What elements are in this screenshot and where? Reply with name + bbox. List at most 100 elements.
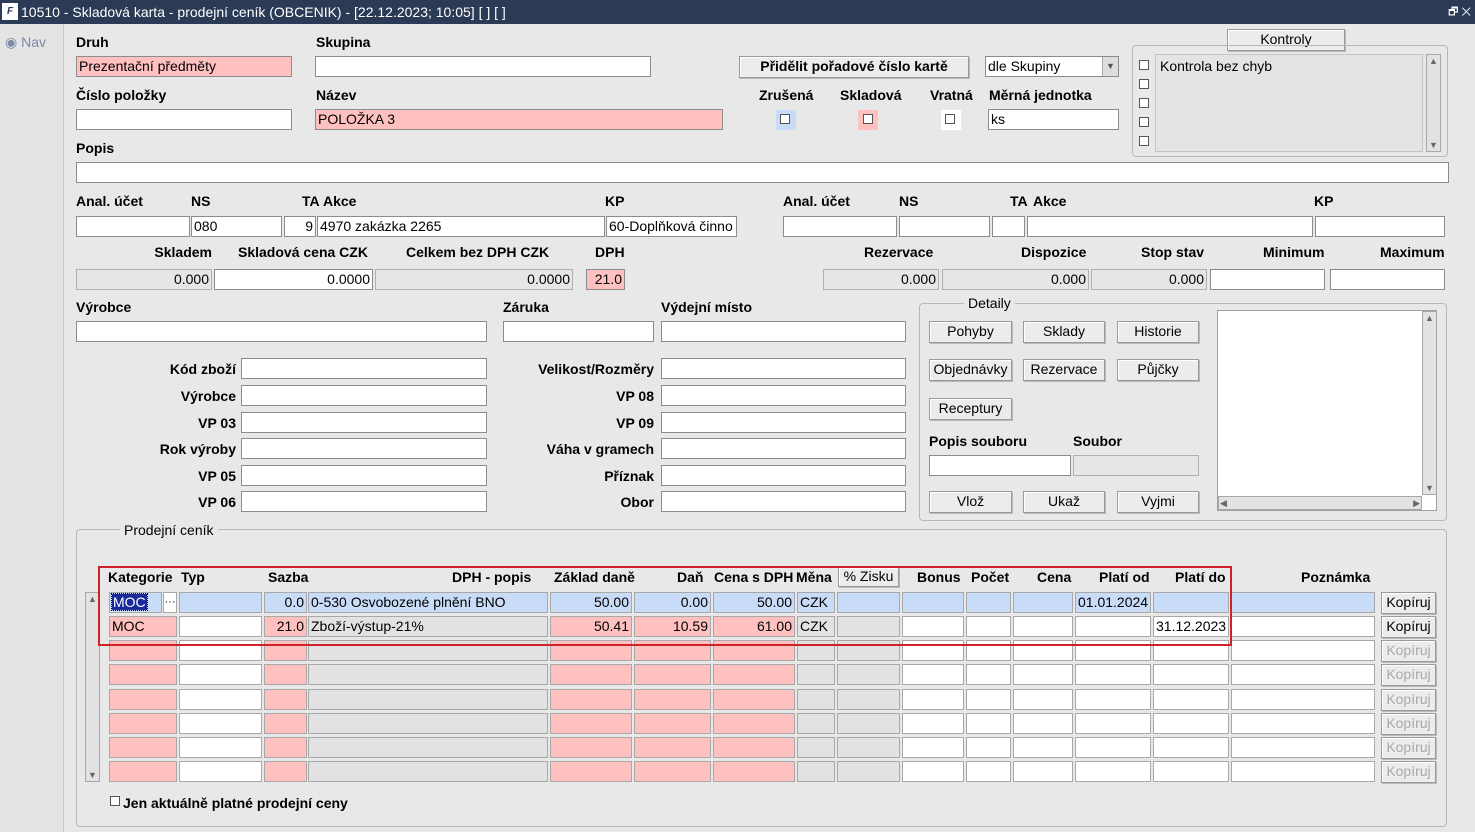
merna-field[interactable]: ks bbox=[988, 109, 1119, 130]
nazev-field[interactable]: POLOŽKA 3 bbox=[315, 109, 723, 130]
empty-row-cell[interactable] bbox=[308, 737, 548, 758]
empty-row-cell[interactable] bbox=[634, 689, 711, 710]
nav-panel[interactable]: ◉ Nav bbox=[0, 24, 64, 832]
empty-row-cell[interactable] bbox=[1153, 737, 1229, 758]
kontroly-check-1[interactable] bbox=[1139, 60, 1149, 70]
row2-copy-button[interactable]: Kopíruj bbox=[1381, 616, 1436, 638]
preview-hscroll[interactable]: ◀ ▶ bbox=[1218, 496, 1422, 510]
empty-row-cell[interactable] bbox=[966, 737, 1011, 758]
row2-poznamka[interactable] bbox=[1231, 616, 1375, 637]
empty-row-cell[interactable] bbox=[109, 761, 177, 782]
dropdown-arrow-icon[interactable]: ▼ bbox=[1102, 57, 1118, 76]
anal-field-2[interactable] bbox=[783, 216, 897, 237]
empty-row-cell[interactable] bbox=[550, 689, 632, 710]
ta-field-2[interactable] bbox=[992, 216, 1025, 237]
vydejni-field[interactable] bbox=[661, 321, 906, 342]
empty-row-cell[interactable] bbox=[109, 713, 177, 734]
popis-souboru-field[interactable] bbox=[929, 455, 1071, 476]
pohyby-button[interactable]: Pohyby bbox=[929, 321, 1012, 343]
empty-row-cell[interactable] bbox=[109, 737, 177, 758]
empty-row-cell[interactable] bbox=[1231, 713, 1375, 734]
druh-field[interactable]: Prezentační předměty bbox=[76, 56, 292, 77]
row1-poznamka[interactable] bbox=[1231, 592, 1375, 613]
skupina-field[interactable] bbox=[315, 56, 651, 77]
empty-row-cell[interactable] bbox=[550, 713, 632, 734]
empty-row-cell[interactable] bbox=[1231, 737, 1375, 758]
empty-row-cell[interactable] bbox=[634, 737, 711, 758]
empty-row-cell[interactable] bbox=[713, 737, 795, 758]
vp05-field[interactable] bbox=[241, 465, 487, 486]
zrusena-checkbox[interactable] bbox=[780, 114, 790, 124]
anal-field[interactable] bbox=[76, 216, 190, 237]
ns-field[interactable]: 080 bbox=[191, 216, 282, 237]
scroll-up-icon[interactable]: ▲ bbox=[1423, 312, 1436, 324]
empty-row-cell[interactable] bbox=[1013, 737, 1073, 758]
rok-field[interactable] bbox=[241, 438, 487, 459]
maximum-field[interactable] bbox=[1330, 269, 1445, 290]
empty-row-cell[interactable] bbox=[902, 737, 964, 758]
empty-row-cell[interactable] bbox=[550, 761, 632, 782]
empty-row-cell[interactable] bbox=[308, 713, 548, 734]
empty-row-cell[interactable] bbox=[634, 713, 711, 734]
empty-row-cell[interactable] bbox=[1231, 640, 1375, 661]
receptury-button[interactable]: Receptury bbox=[929, 398, 1012, 420]
scroll-down-icon[interactable]: ▼ bbox=[1423, 482, 1436, 494]
vyrobce2-field[interactable] bbox=[241, 385, 487, 406]
vp06-field[interactable] bbox=[241, 491, 487, 512]
empty-row-cell[interactable] bbox=[902, 689, 964, 710]
kontroly-check-3[interactable] bbox=[1139, 98, 1149, 108]
ns-field-2[interactable] bbox=[899, 216, 990, 237]
empty-row-cell[interactable] bbox=[109, 664, 177, 685]
empty-row-cell[interactable] bbox=[966, 664, 1011, 685]
empty-row-cell[interactable] bbox=[634, 664, 711, 685]
ta-field[interactable]: 9 bbox=[284, 216, 316, 237]
kontroly-check-2[interactable] bbox=[1139, 79, 1149, 89]
empty-row-cell[interactable] bbox=[264, 737, 307, 758]
skladova-cena-field[interactable]: 0.0000 bbox=[214, 269, 373, 290]
empty-row-cell[interactable] bbox=[1013, 761, 1073, 782]
filter-checkbox[interactable] bbox=[110, 796, 120, 806]
empty-row-cell[interactable] bbox=[797, 761, 835, 782]
skladova-checkbox[interactable] bbox=[863, 114, 873, 124]
akce-field-2[interactable] bbox=[1027, 216, 1313, 237]
akce-field[interactable]: 4970 zakázka 2265 bbox=[317, 216, 605, 237]
kod-field[interactable] bbox=[241, 358, 487, 379]
minimum-field[interactable] bbox=[1210, 269, 1325, 290]
objednavky-button[interactable]: Objednávky bbox=[929, 359, 1012, 381]
dph-field[interactable]: 21.0 bbox=[586, 269, 625, 290]
vp03-field[interactable] bbox=[241, 412, 487, 433]
empty-row-cell[interactable] bbox=[264, 713, 307, 734]
kontroly-check-4[interactable] bbox=[1139, 117, 1149, 127]
empty-row-cell[interactable] bbox=[550, 737, 632, 758]
kp-field[interactable]: 60-Doplňková činno bbox=[606, 216, 737, 237]
empty-row-cell[interactable] bbox=[797, 737, 835, 758]
assign-mode-select[interactable]: dle Skupiny ▼ bbox=[985, 56, 1119, 77]
empty-row-cell[interactable] bbox=[264, 761, 307, 782]
assign-number-button[interactable]: Přidělit pořadové číslo kartě bbox=[739, 56, 969, 78]
preview-vscroll[interactable]: ▲ ▼ bbox=[1422, 311, 1437, 495]
empty-row-cell[interactable] bbox=[308, 664, 548, 685]
empty-row-cell[interactable] bbox=[837, 713, 900, 734]
empty-row-cell[interactable] bbox=[966, 713, 1011, 734]
velikost-field[interactable] bbox=[661, 358, 906, 379]
empty-row-cell[interactable] bbox=[179, 761, 262, 782]
empty-row-cell[interactable] bbox=[1153, 664, 1229, 685]
empty-row-cell[interactable] bbox=[179, 664, 262, 685]
priznak-field[interactable] bbox=[661, 465, 906, 486]
empty-row-cell[interactable] bbox=[1013, 664, 1073, 685]
empty-row-cell[interactable] bbox=[264, 689, 307, 710]
empty-row-cell[interactable] bbox=[179, 689, 262, 710]
empty-row-cell[interactable] bbox=[966, 761, 1011, 782]
empty-row-cell[interactable] bbox=[837, 761, 900, 782]
vp09-field[interactable] bbox=[661, 412, 906, 433]
empty-row-cell[interactable] bbox=[713, 664, 795, 685]
scroll-left-icon[interactable]: ◀ bbox=[1220, 497, 1227, 509]
empty-row-cell[interactable] bbox=[713, 761, 795, 782]
scroll-down-icon[interactable]: ▼ bbox=[1427, 139, 1440, 151]
empty-row-cell[interactable] bbox=[1231, 761, 1375, 782]
empty-row-cell[interactable] bbox=[1153, 761, 1229, 782]
cislo-field[interactable] bbox=[76, 109, 292, 130]
ukaz-button[interactable]: Ukaž bbox=[1023, 491, 1105, 513]
empty-row-cell[interactable] bbox=[179, 713, 262, 734]
empty-row-cell[interactable] bbox=[902, 664, 964, 685]
